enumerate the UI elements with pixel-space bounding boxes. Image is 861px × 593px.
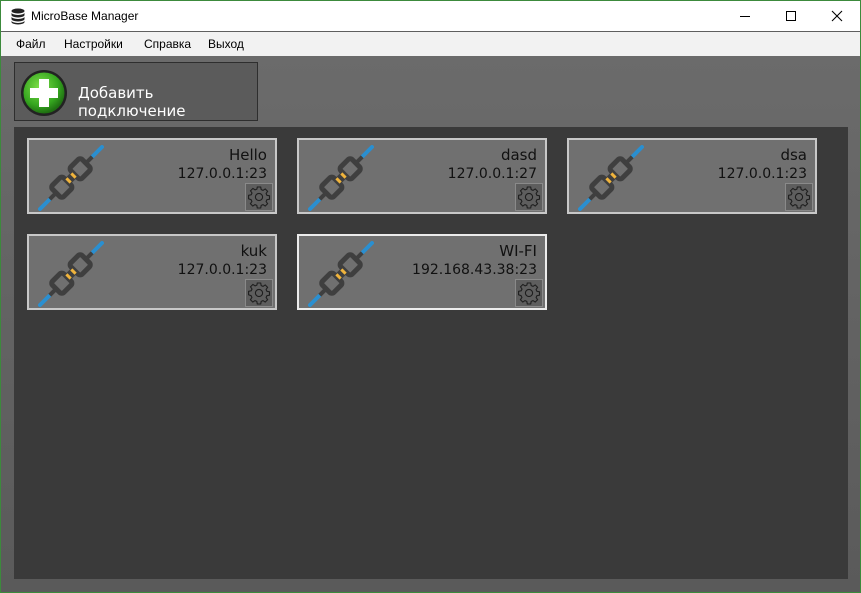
connection-card-dsa[interactable]: dsa 127.0.0.1:23 bbox=[567, 138, 817, 214]
plug-connector-icon bbox=[578, 145, 644, 211]
connection-address: 127.0.0.1:23 bbox=[177, 262, 267, 278]
connection-name: dsa bbox=[780, 146, 807, 164]
connection-card-wifi[interactable]: WI-FI 192.168.43.38:23 bbox=[297, 234, 547, 310]
gear-icon bbox=[788, 186, 811, 209]
menu-bar: Файл Настройки Справка Выход bbox=[1, 32, 860, 56]
connection-address: 192.168.43.38:23 bbox=[412, 262, 537, 278]
menu-file[interactable]: Файл bbox=[16, 37, 46, 51]
gear-icon bbox=[248, 186, 271, 209]
gear-icon bbox=[518, 186, 541, 209]
connection-address: 127.0.0.1:23 bbox=[177, 166, 267, 182]
connection-settings-button[interactable] bbox=[245, 183, 273, 211]
main-content: Добавить подключение Hello 127.0.0.1:23 … bbox=[1, 56, 860, 592]
connection-name: WI-FI bbox=[499, 242, 537, 260]
plug-connector-icon bbox=[308, 241, 374, 307]
connection-address: 127.0.0.1:27 bbox=[447, 166, 537, 182]
app-window: MicroBase Manager Файл Настройки Справка… bbox=[0, 0, 861, 593]
plug-connector-icon bbox=[38, 241, 104, 307]
close-icon bbox=[831, 10, 843, 22]
connection-settings-button[interactable] bbox=[515, 183, 543, 211]
menu-exit[interactable]: Выход bbox=[208, 37, 244, 51]
add-plus-icon bbox=[21, 70, 67, 116]
plug-connector-icon bbox=[308, 145, 374, 211]
connection-settings-button[interactable] bbox=[785, 183, 813, 211]
maximize-button[interactable] bbox=[768, 1, 814, 31]
connection-name: Hello bbox=[228, 146, 267, 164]
window-title: MicroBase Manager bbox=[31, 9, 139, 23]
minimize-button[interactable] bbox=[722, 1, 768, 31]
connection-card-dasd[interactable]: dasd 127.0.0.1:27 bbox=[297, 138, 547, 214]
gear-icon bbox=[518, 282, 541, 305]
connection-settings-button[interactable] bbox=[245, 279, 273, 307]
database-icon bbox=[11, 8, 25, 25]
gear-icon bbox=[248, 282, 271, 305]
maximize-icon bbox=[786, 11, 796, 21]
connection-name: dasd bbox=[500, 146, 537, 164]
plug-connector-icon bbox=[38, 145, 104, 211]
connections-panel: Hello 127.0.0.1:23 dasd 127.0.0.1:27 dsa… bbox=[14, 127, 848, 579]
connection-settings-button[interactable] bbox=[515, 279, 543, 307]
menu-help[interactable]: Справка bbox=[144, 37, 191, 51]
minimize-icon bbox=[740, 16, 750, 17]
menu-settings[interactable]: Настройки bbox=[64, 37, 123, 51]
add-connection-label: Добавить подключение bbox=[78, 84, 186, 120]
close-button[interactable] bbox=[814, 1, 860, 31]
connection-address: 127.0.0.1:23 bbox=[717, 166, 807, 182]
add-connection-button[interactable]: Добавить подключение bbox=[14, 62, 258, 121]
connection-card-hello[interactable]: Hello 127.0.0.1:23 bbox=[27, 138, 277, 214]
title-bar: MicroBase Manager bbox=[1, 1, 860, 31]
connection-name: kuk bbox=[240, 242, 267, 260]
connection-card-kuk[interactable]: kuk 127.0.0.1:23 bbox=[27, 234, 277, 310]
